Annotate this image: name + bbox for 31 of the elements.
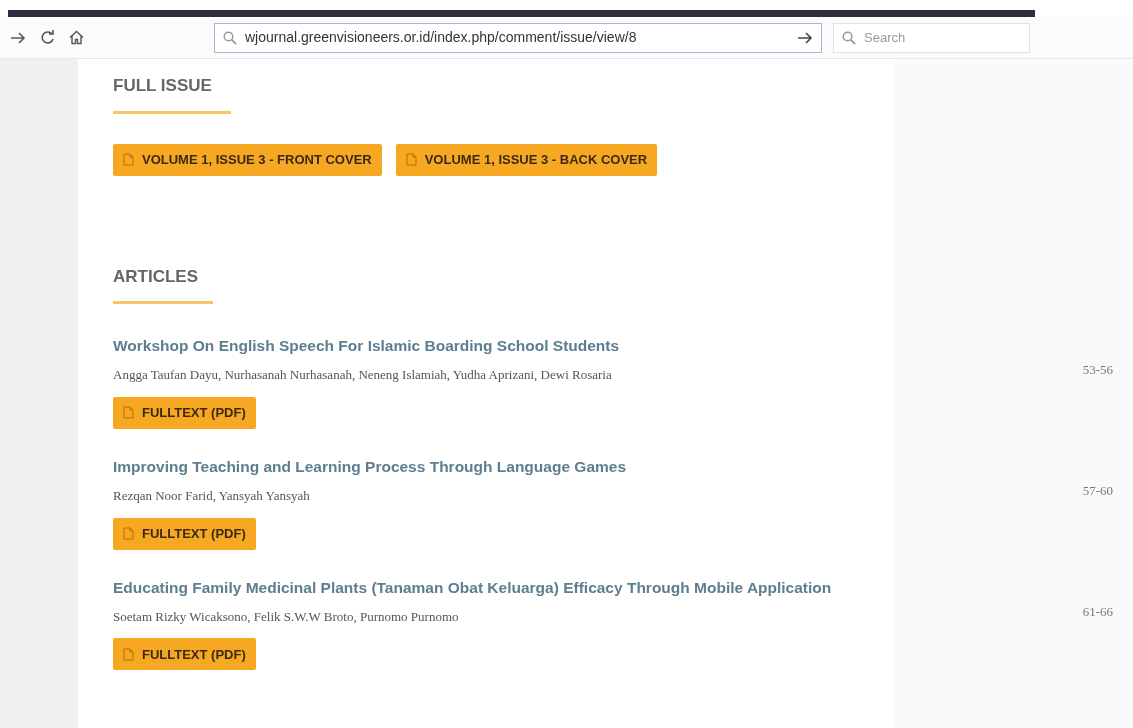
- reload-icon[interactable]: [40, 30, 55, 45]
- search-icon: [842, 30, 856, 45]
- article-authors: Soetam Rizky Wicaksono, Felik S.W.W Broto, Purnomo Purnomo: [113, 607, 459, 626]
- article-title-link[interactable]: Workshop On English Speech For Islamic Boarding School Students: [113, 334, 620, 358]
- file-icon: [123, 153, 134, 166]
- address-bar[interactable]: wjournal.greenvisioneers.or.id/index.php/comment/issue/view/8: [214, 22, 822, 53]
- pdf-button[interactable]: VOLUME 1, ISSUE 3 - FRONT COVER: [113, 143, 382, 176]
- section-heading: ARTICLES: [113, 265, 198, 288]
- page-range: 57-60: [1082, 481, 1113, 500]
- article-authors: Rezqan Noor Farid, Yansyah Yansyah: [113, 487, 310, 505]
- search-icon: [223, 30, 237, 45]
- page-range: 61-66: [1082, 602, 1113, 621]
- home-icon[interactable]: [69, 30, 84, 45]
- file-icon: [405, 153, 417, 166]
- address-field[interactable]: wjournal.greenvisioneers.or.id/index.php/comment/issue/view/8: [245, 27, 789, 48]
- pdf-button[interactable]: FULLTEXT (PDF): [113, 638, 256, 671]
- pdf-button[interactable]: FULLTEXT (PDF): [113, 396, 256, 429]
- file-icon: [123, 406, 134, 420]
- file-icon: [123, 647, 134, 661]
- search-bar[interactable]: Search: [833, 22, 1030, 53]
- pdf-button[interactable]: VOLUME 1, ISSUE 3 - BACK COVER: [395, 143, 658, 176]
- section-heading: FULL ISSUE: [113, 75, 212, 97]
- search-field[interactable]: Search: [864, 27, 1021, 48]
- file-icon: [123, 527, 134, 540]
- go-arrow-icon[interactable]: [797, 30, 813, 45]
- forward-icon[interactable]: [10, 30, 26, 45]
- article-authors: Angga Taufan Dayu, Nurhasanah Nurhasanah, Neneng Islamiah, Yudha Aprizani, Dewi Rosaria: [113, 366, 612, 385]
- article-title-link[interactable]: Educating Family Medicinal Plants (Tanaman Obat Keluarga) Efficacy Through Mobile Application: [113, 575, 832, 599]
- pdf-button[interactable]: FULLTEXT (PDF): [113, 517, 256, 550]
- article-title-link[interactable]: Improving Teaching and Learning Process Through Language Games: [113, 454, 627, 478]
- page-range: 53-56: [1082, 361, 1113, 379]
